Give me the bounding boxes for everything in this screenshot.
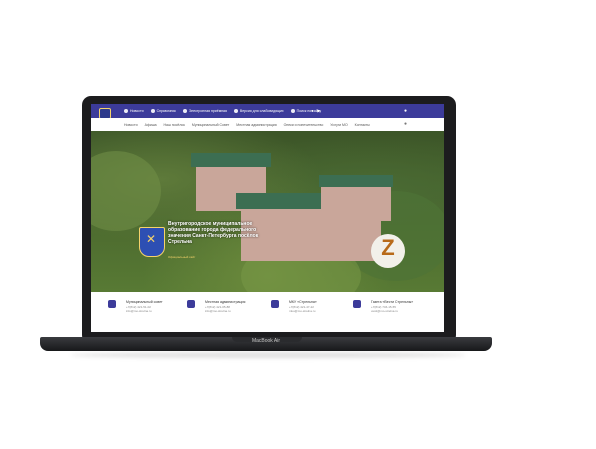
topbar-reception[interactable]: Электронная приёмная — [182, 107, 227, 115]
home-icon — [124, 109, 128, 113]
main-nav: Новости Афиша Наш посёлок Муниципальный … — [91, 118, 444, 132]
nav-village[interactable]: Наш посёлок — [164, 121, 185, 129]
z-letter: Z — [381, 235, 395, 260]
topbar-accessibility[interactable]: Версия для слабовидящих — [233, 107, 284, 115]
laptop-screen: Новости Справочник Электронная приёмная … — [91, 104, 444, 332]
hero-title: Внутригородское муниципальное образовани… — [168, 221, 259, 245]
contact-title: МКУ «Стрельна» — [289, 300, 317, 304]
nav-administration[interactable]: Местная администрация — [236, 121, 276, 129]
site-topbar: Новости Справочник Электронная приёмная … — [91, 104, 444, 122]
nav-council[interactable]: Муниципальный Совет — [192, 121, 229, 129]
contacts-strip: Муниципальный совет +7(812) 421-51-02 in… — [91, 292, 444, 332]
topbar-news[interactable]: Новости — [124, 107, 144, 115]
contact-email: info@mo-strelna.ru — [205, 309, 231, 313]
palace-roof — [191, 153, 271, 167]
building-icon — [187, 300, 195, 308]
contact-title: Муниципальный совет — [126, 300, 163, 304]
nav-guardianship[interactable]: Опеки и попечительство — [284, 121, 324, 129]
youtube-icon[interactable]: ▶ — [317, 107, 320, 115]
book-icon — [150, 109, 155, 113]
topbar-reception-label: Электронная приёмная — [188, 109, 227, 113]
contact-title: Местная администрация — [205, 300, 246, 304]
nav-contacts[interactable]: Контакты — [355, 121, 370, 129]
hero-subtitle: Официальный сайт — [168, 255, 196, 259]
hero-banner: ✕ Внутригородское муниципальное образова… — [91, 131, 444, 292]
people-icon — [108, 300, 116, 308]
topbar-reference[interactable]: Справочник — [150, 107, 176, 115]
vk-icon[interactable]: ● — [311, 107, 313, 115]
car-icon — [271, 300, 279, 308]
topbar-news-label: Новости — [130, 109, 144, 113]
eye-icon — [233, 109, 238, 113]
account-icon[interactable]: ● — [404, 120, 407, 128]
topbar-reference-label: Справочник — [156, 109, 176, 113]
nav-services[interactable]: Услуги МО — [330, 121, 347, 129]
user-icon[interactable]: ● — [404, 107, 407, 115]
laptop-shadow — [70, 352, 466, 358]
mail-icon — [182, 109, 187, 113]
newspaper-icon — [353, 300, 361, 308]
device-label: MacBook Air — [251, 338, 281, 344]
search-icon — [290, 109, 295, 113]
nav-news[interactable]: Новости — [124, 121, 138, 129]
topbar-accessibility-label: Версия для слабовидящих — [239, 109, 284, 113]
contact-title: Газета «Вести Стрельны» — [371, 300, 414, 304]
palace-roof — [319, 175, 393, 187]
anchor-icon: ✕ — [146, 232, 157, 246]
nav-events[interactable]: Афиша — [145, 121, 157, 129]
contact-email: mku@mo-strelna.ru — [289, 309, 316, 313]
contact-email: info@mo-strelna.ru — [126, 309, 152, 313]
tree-canopy — [91, 151, 161, 231]
contact-email: vesti@mo-strelna.ru — [371, 309, 398, 313]
palace-tower — [321, 181, 391, 221]
